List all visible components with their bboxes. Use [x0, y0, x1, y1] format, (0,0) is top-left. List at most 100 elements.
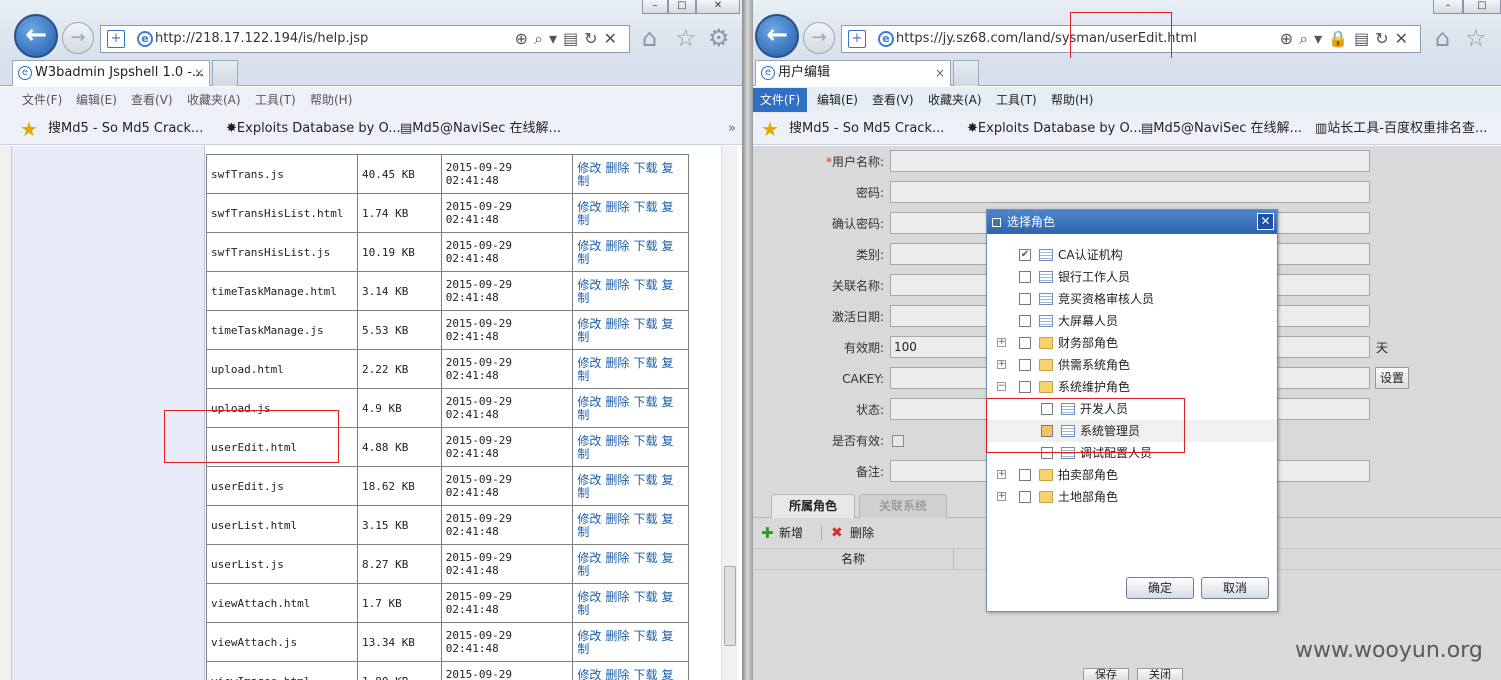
minimize-button-right[interactable]: –	[1433, 0, 1463, 14]
role-checkbox[interactable]	[1019, 469, 1031, 481]
edit-link[interactable]: 修改	[577, 434, 601, 448]
edit-link[interactable]: 修改	[577, 512, 601, 526]
tree-node[interactable]: 竞买资格审核人员	[987, 288, 1277, 310]
role-checkbox[interactable]: ✔	[1019, 249, 1031, 261]
download-link[interactable]: 下载	[633, 278, 657, 292]
minimize-button[interactable]: –	[642, 0, 668, 14]
address-bar[interactable]: + e http://218.17.122.194/is/help.jsp ⊕⌕…	[100, 25, 630, 53]
edit-link[interactable]: 修改	[577, 200, 601, 214]
expand-icon[interactable]: +	[997, 338, 1006, 347]
role-checkbox[interactable]	[1019, 315, 1031, 327]
fav-chinaz[interactable]: ▥ 站长工具-百度权重排名查...	[1315, 113, 1487, 145]
role-checkbox[interactable]	[1019, 337, 1031, 349]
dialog-ok-button[interactable]: 确定	[1126, 577, 1194, 599]
edit-link[interactable]: 修改	[577, 395, 601, 409]
left-scrollbar[interactable]	[721, 146, 738, 680]
close-button[interactable]: 关闭	[1137, 668, 1183, 680]
download-link[interactable]: 下载	[633, 434, 657, 448]
forward-button[interactable]: →	[62, 22, 94, 54]
favorites-icon[interactable]: ☆	[675, 24, 697, 52]
tree-node[interactable]: + 财务部角色	[987, 332, 1277, 354]
favorites-star-icon[interactable]: ★	[20, 113, 38, 145]
menu-tools[interactable]: 工具(T)	[255, 87, 296, 113]
edit-link[interactable]: 修改	[577, 629, 601, 643]
favorites-star-icon-right[interactable]: ★	[761, 113, 779, 145]
back-button-right[interactable]: ←	[755, 14, 799, 58]
tree-node[interactable]: + 土地部角色	[987, 486, 1277, 508]
menu-help-right[interactable]: 帮助(H)	[1051, 87, 1093, 113]
tree-node[interactable]: + 供需系统角色	[987, 354, 1277, 376]
download-link[interactable]: 下载	[633, 551, 657, 565]
delete-link[interactable]: 删除	[605, 200, 629, 214]
delete-link[interactable]: 删除	[605, 278, 629, 292]
home-icon-right[interactable]: ⌂	[1435, 24, 1450, 52]
role-checkbox[interactable]	[1019, 491, 1031, 503]
close-tab-icon[interactable]: ×	[194, 61, 204, 85]
edit-link[interactable]: 修改	[577, 473, 601, 487]
tab-roles[interactable]: 所属角色	[771, 494, 855, 518]
download-link[interactable]: 下载	[633, 239, 657, 253]
fav-exploitdb-right[interactable]: ✸ Exploits Database by O...	[967, 113, 1142, 145]
add-button[interactable]: 新增	[779, 520, 803, 546]
menu-file-right[interactable]: 文件(F)	[753, 88, 807, 112]
new-tab-button[interactable]	[212, 60, 238, 86]
new-tab-button-right[interactable]	[953, 60, 979, 86]
download-link[interactable]: 下载	[633, 629, 657, 643]
maximize-button[interactable]: □	[668, 0, 696, 14]
fav-navisec[interactable]: ▤ Md5@NaviSec 在线解...	[400, 113, 561, 145]
tab-related-systems[interactable]: 关联系统	[859, 494, 947, 518]
download-link[interactable]: 下载	[633, 356, 657, 370]
download-link[interactable]: 下载	[633, 200, 657, 214]
delete-link[interactable]: 删除	[605, 239, 629, 253]
download-link[interactable]: 下载	[633, 590, 657, 604]
delete-button[interactable]: 删除	[850, 520, 874, 546]
delete-link[interactable]: 删除	[605, 395, 629, 409]
more-favorites-icon[interactable]: »	[728, 113, 736, 145]
role-checkbox[interactable]	[1019, 293, 1031, 305]
edit-link[interactable]: 修改	[577, 668, 601, 680]
compat-icon[interactable]: +	[107, 30, 125, 48]
edit-link[interactable]: 修改	[577, 239, 601, 253]
fav-exploitdb[interactable]: ✸ Exploits Database by O...	[226, 113, 401, 145]
delete-link[interactable]: 删除	[605, 356, 629, 370]
menu-view-right[interactable]: 查看(V)	[872, 87, 914, 113]
close-tab-icon-right[interactable]: ×	[935, 61, 945, 85]
tab-user-edit[interactable]: e 用户编辑 ×	[755, 60, 951, 86]
download-link[interactable]: 下载	[633, 395, 657, 409]
address-tools-icon[interactable]: ⊕⌕▾▤↻✕	[515, 26, 623, 52]
menu-edit-right[interactable]: 编辑(E)	[817, 87, 858, 113]
collapse-icon[interactable]: −	[997, 382, 1006, 391]
enabled-checkbox[interactable]	[892, 435, 904, 447]
tab-w3badmin[interactable]: e W3badmin Jspshell 1.0 -... ×	[12, 60, 210, 86]
save-button[interactable]: 保存	[1083, 668, 1129, 680]
menu-tools-right[interactable]: 工具(T)	[996, 87, 1037, 113]
edit-link[interactable]: 修改	[577, 278, 601, 292]
home-icon[interactable]: ⌂	[642, 24, 657, 52]
menu-favorites-right[interactable]: 收藏夹(A)	[928, 87, 982, 113]
delete-icon[interactable]: ✖	[831, 520, 843, 546]
back-button[interactable]: ←	[14, 14, 58, 58]
download-link[interactable]: 下载	[633, 512, 657, 526]
edit-link[interactable]: 修改	[577, 161, 601, 175]
delete-link[interactable]: 删除	[605, 317, 629, 331]
delete-link[interactable]: 删除	[605, 434, 629, 448]
menu-favorites[interactable]: 收藏夹(A)	[187, 87, 241, 113]
download-link[interactable]: 下载	[633, 161, 657, 175]
download-link[interactable]: 下载	[633, 317, 657, 331]
delete-link[interactable]: 删除	[605, 473, 629, 487]
expand-icon[interactable]: +	[997, 492, 1006, 501]
expand-icon[interactable]: +	[997, 470, 1006, 479]
settings-icon[interactable]: ⚙	[708, 24, 730, 52]
role-checkbox[interactable]	[1019, 271, 1031, 283]
download-link[interactable]: 下载	[633, 473, 657, 487]
expand-icon[interactable]: +	[997, 360, 1006, 369]
download-link[interactable]: 下载	[633, 668, 657, 680]
role-checkbox[interactable]	[1019, 381, 1031, 393]
delete-link[interactable]: 删除	[605, 161, 629, 175]
edit-link[interactable]: 修改	[577, 590, 601, 604]
add-icon[interactable]: ✚	[761, 520, 774, 546]
delete-link[interactable]: 删除	[605, 629, 629, 643]
delete-link[interactable]: 删除	[605, 551, 629, 565]
tree-node[interactable]: ✔ CA认证机构	[987, 244, 1277, 266]
tree-node[interactable]: 大屏幕人员	[987, 310, 1277, 332]
